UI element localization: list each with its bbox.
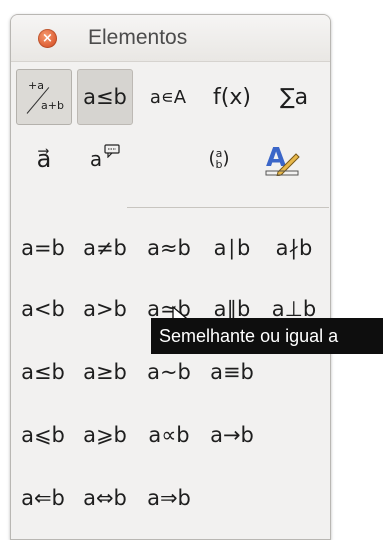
close-button[interactable]: × — [38, 29, 57, 48]
category-relations[interactable]: a≤b — [77, 69, 133, 125]
symbol-label: a≡b — [210, 360, 254, 384]
brackets-icon: (a b) — [208, 147, 230, 171]
close-icon: × — [42, 31, 53, 46]
category-relations-label: a≤b — [83, 85, 127, 109]
category-brackets[interactable]: (a b) — [191, 131, 247, 187]
symbol-label: a⇐b — [21, 486, 65, 510]
symbol-button[interactable]: a⩽b — [15, 407, 71, 463]
symbol-button[interactable]: a∣b — [204, 220, 260, 276]
category-functions-label: f(x) — [213, 84, 251, 110]
symbol-button[interactable]: a≈b — [141, 220, 197, 276]
symbol-button[interactable]: a∝b — [141, 407, 197, 463]
symbol-label: a>b — [83, 297, 127, 321]
symbol-button[interactable]: a∤b — [266, 220, 322, 276]
symbol-button[interactable]: a≤b — [15, 344, 71, 400]
category-functions[interactable]: f(x) — [204, 69, 260, 125]
category-attributes[interactable]: a⃗ — [16, 131, 72, 187]
symbol-label: a∤b — [275, 236, 313, 260]
symbol-label: a<b — [21, 297, 65, 321]
category-set-label: a∊A — [149, 86, 187, 108]
symbol-button[interactable]: a⇔b — [77, 470, 133, 526]
category-formats[interactable]: A — [254, 131, 310, 187]
symbol-button[interactable]: a⇐b — [15, 470, 71, 526]
symbol-button[interactable]: a≥b — [77, 344, 133, 400]
symbol-label: a⩾b — [83, 423, 127, 447]
unary-binary-fraction-icon: +a a+b — [24, 77, 64, 117]
category-operators[interactable]: ∑a — [266, 69, 322, 125]
category-others-label: a — [89, 147, 103, 171]
unary-glyph-bottom: a+b — [41, 99, 64, 112]
symbol-label: a=b — [21, 236, 65, 260]
symbol-label: a∝b — [148, 423, 190, 447]
symbol-button[interactable]: a⇒b — [141, 470, 197, 526]
speech-bubble-icon — [104, 144, 120, 158]
symbol-label: a⩽b — [21, 423, 65, 447]
symbol-label: a≈b — [147, 236, 191, 260]
tooltip: Semelhante ou igual a — [151, 318, 383, 354]
category-set-operations[interactable]: a∊A — [140, 69, 196, 125]
symbol-label: a≤b — [21, 360, 65, 384]
symbol-button[interactable]: a≠b — [77, 220, 133, 276]
category-unary-binary[interactable]: +a a+b — [16, 69, 72, 125]
symbol-button[interactable]: a→b — [204, 407, 260, 463]
symbol-label: a≠b — [83, 236, 127, 260]
title-bar: × Elementos — [11, 15, 330, 62]
symbol-button[interactable]: a<b — [15, 281, 71, 337]
symbol-label: a⇒b — [147, 486, 191, 510]
symbol-label: a→b — [210, 423, 254, 447]
symbol-label: a≥b — [83, 360, 127, 384]
category-others[interactable]: a — [77, 131, 133, 187]
symbol-label: a~b — [147, 360, 191, 384]
symbol-button[interactable]: a=b — [15, 220, 71, 276]
symbol-label: a⇔b — [83, 486, 127, 510]
format-a-pencil-icon: A — [265, 143, 300, 176]
separator — [127, 207, 329, 208]
window-title: Elementos — [88, 26, 188, 49]
symbol-button[interactable]: a⩾b — [77, 407, 133, 463]
unary-glyph-top: +a — [28, 79, 44, 92]
category-operators-label: ∑a — [279, 84, 309, 110]
symbol-label: a∣b — [213, 236, 251, 260]
symbol-button[interactable]: a>b — [77, 281, 133, 337]
elements-window: × Elementos +a a+b a≤b a∊A f(x) ∑a a⃗ a … — [10, 14, 331, 540]
category-attributes-label: a⃗ — [36, 145, 52, 173]
